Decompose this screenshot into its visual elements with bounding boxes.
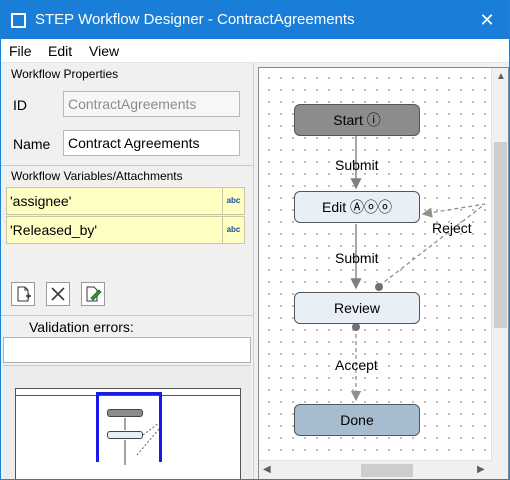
delete-x-icon [51, 287, 65, 301]
vertical-scrollbar[interactable]: ▲ [491, 68, 508, 460]
edge-label-reject: Reject [432, 220, 472, 236]
section-divider [1, 315, 253, 316]
accept-connector-dot [352, 323, 360, 331]
vertical-scroll-thumb[interactable] [494, 142, 507, 328]
name-label: Name [13, 136, 51, 152]
scrollbar-corner [491, 460, 508, 479]
id-label: ID [13, 97, 27, 113]
variable-name: 'assignee' [10, 193, 72, 209]
node-done[interactable]: Done [294, 404, 420, 436]
variables-table: 'assignee' abc 'Released_by' abc [6, 187, 245, 245]
edge-label-submit: Submit [335, 250, 379, 266]
overview-viewport-box[interactable] [96, 392, 162, 465]
mini-edges [124, 418, 159, 465]
edit-pencil-icon [86, 286, 102, 302]
scroll-left-icon[interactable]: ◀ [263, 465, 271, 475]
edge-label-submit: Submit [335, 157, 379, 173]
variable-name: 'Released_by' [10, 222, 98, 238]
window-title: STEP Workflow Designer - ContractAgreeme… [35, 11, 355, 28]
diagram-overview[interactable] [3, 365, 251, 479]
horizontal-scroll-thumb[interactable] [361, 464, 413, 477]
workflow-canvas[interactable]: Start ⓘ Edit Ⓐⓞⓞ Review Done Submit Subm… [259, 68, 491, 460]
horizontal-scrollbar[interactable]: ◀ ▶ [259, 460, 491, 479]
title-bar: STEP Workflow Designer - ContractAgreeme… [1, 1, 509, 39]
validation-errors-label: Validation errors: [29, 319, 134, 335]
close-button[interactable]: ✕ [465, 1, 509, 39]
string-type-icon: abc [222, 217, 244, 243]
menu-bar: File Edit View [1, 39, 509, 63]
menu-view[interactable]: View [89, 43, 119, 59]
reject-connector-dot [375, 283, 383, 291]
menu-edit[interactable]: Edit [48, 43, 72, 59]
delete-variable-button[interactable] [46, 282, 70, 306]
name-field[interactable]: Contract Agreements [63, 130, 240, 156]
new-document-icon [17, 286, 31, 302]
variable-row-released-by[interactable]: 'Released_by' abc [6, 216, 245, 244]
scroll-right-icon[interactable]: ▶ [477, 465, 485, 475]
properties-pane: Workflow Properties ID ContractAgreement… [1, 63, 253, 479]
edit-variable-button[interactable] [81, 282, 105, 306]
node-start[interactable]: Start ⓘ [294, 104, 420, 136]
string-type-icon: abc [222, 188, 244, 214]
node-review[interactable]: Review [294, 292, 420, 324]
diagram-panel: Start ⓘ Edit Ⓐⓞⓞ Review Done Submit Subm… [258, 67, 509, 479]
workflow-variables-heading: Workflow Variables/Attachments [11, 169, 183, 183]
menu-file[interactable]: File [9, 43, 32, 59]
workflow-designer-window: STEP Workflow Designer - ContractAgreeme… [0, 0, 510, 480]
validation-errors-list[interactable] [3, 337, 251, 363]
node-edit[interactable]: Edit Ⓐⓞⓞ [294, 191, 420, 223]
id-field[interactable]: ContractAgreements [63, 91, 240, 117]
section-divider [1, 165, 253, 166]
variable-row-assignee[interactable]: 'assignee' abc [6, 187, 245, 215]
scroll-up-icon[interactable]: ▲ [496, 72, 506, 82]
workflow-properties-heading: Workflow Properties [11, 67, 119, 81]
edge-label-accept: Accept [335, 357, 378, 373]
new-variable-button[interactable] [11, 282, 35, 306]
app-window-icon [11, 13, 26, 28]
